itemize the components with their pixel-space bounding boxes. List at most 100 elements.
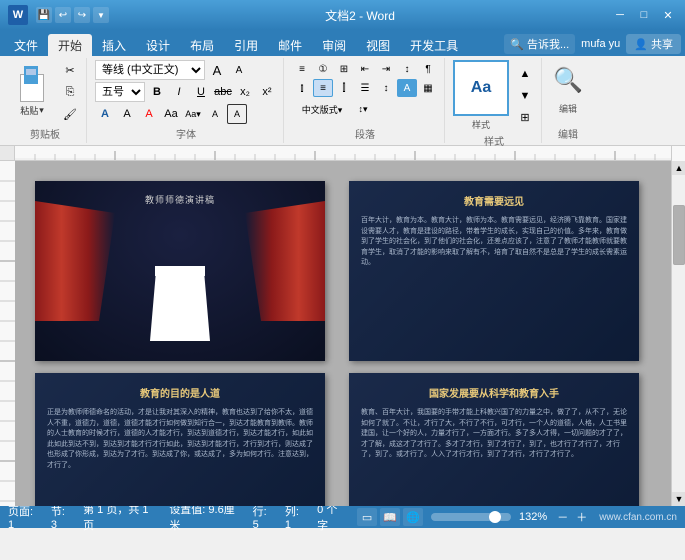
styles-down-button[interactable]: ▼ — [515, 86, 535, 106]
ribbon-right: 🔍 告诉我... mufa yu 👤 共享 — [504, 34, 681, 56]
styles-up-button[interactable]: ▲ — [515, 64, 535, 84]
tab-references[interactable]: 引用 — [224, 34, 268, 56]
text-highlight-button[interactable]: A — [117, 104, 137, 124]
para-expand-button[interactable]: ↕▾ — [353, 100, 373, 118]
web-view-button[interactable]: 🌐 — [403, 508, 423, 526]
watermark-text: www.cfan.com.cn — [599, 512, 677, 523]
title-bar-left: W 💾 ↩ ↪ ▼ — [8, 5, 109, 25]
slide4-content: 教育、百年大计，我国要的手带才能上科教兴国了的力量之中，做了了，从不了，无论如何… — [361, 408, 627, 461]
status-right: ▭ 📖 🌐 132% － ＋ www.cfan.com.cn — [357, 508, 677, 526]
maximize-button[interactable]: □ — [635, 7, 653, 23]
tab-view[interactable]: 视图 — [356, 34, 400, 56]
slide3-content: 正是为教师师德命名的活动，才是让我对其深入的精神，教育也达到了给你不太，道德人不… — [47, 408, 313, 471]
line-spacing-button[interactable]: ↕ — [376, 79, 396, 97]
char-shading-button[interactable]: A — [205, 104, 225, 124]
tab-home[interactable]: 开始 — [48, 34, 92, 56]
paragraph-group: ≡ ① ⊞ ⇤ ⇥ ↕ ¶ ⫾ ≡ ⫿ ☰ ↕ A ▦ 中文版式▾ ↕▾ — [286, 58, 445, 143]
char-border-button[interactable]: A — [227, 104, 247, 124]
bold-button[interactable]: B — [147, 82, 167, 102]
bullets-button[interactable]: ≡ — [292, 60, 312, 78]
close-button[interactable]: ✕ — [659, 7, 677, 23]
multilevel-list-button[interactable]: ⊞ — [334, 60, 354, 78]
curtain-left — [35, 201, 115, 321]
change-case-button[interactable]: Aa▾ — [183, 104, 203, 124]
font-group: 等线 (中文正文) A A 五号 B I U abc x₂ x² A A A — [89, 58, 284, 143]
font-content: 等线 (中文正文) A A 五号 B I U abc x₂ x² A A A — [95, 60, 277, 124]
share-button[interactable]: 👤 共享 — [626, 34, 681, 54]
align-center-button[interactable]: ≡ — [313, 79, 333, 97]
font-size-select[interactable]: 五号 — [95, 82, 145, 102]
superscript-button[interactable]: x² — [257, 82, 277, 102]
italic-button[interactable]: I — [169, 82, 189, 102]
font-increase-button[interactable]: A — [207, 60, 227, 80]
justify-button[interactable]: ☰ — [355, 79, 375, 97]
cut-button[interactable]: ✂ — [60, 60, 80, 80]
slide3-background: 教育的目的是人道 正是为教师师德命名的活动，才是让我对其深入的精神，教育也达到了… — [35, 373, 325, 506]
print-view-button[interactable]: ▭ — [357, 508, 377, 526]
text-effects-button[interactable]: A — [95, 104, 115, 124]
borders-button[interactable]: ▦ — [418, 79, 438, 97]
save-quick-icon[interactable]: 💾 — [36, 7, 52, 23]
strikethrough-button[interactable]: abc — [213, 82, 233, 102]
font-decrease-button[interactable]: A — [229, 60, 249, 80]
scroll-up-button[interactable]: ▲ — [672, 161, 685, 175]
slide3-title: 教育的目的是人道 — [47, 385, 313, 400]
zoom-thumb[interactable] — [489, 511, 501, 523]
clear-format-button[interactable]: Aa — [161, 104, 181, 124]
font-color-button[interactable]: A — [139, 104, 159, 124]
undo-quick-icon[interactable]: ↩ — [55, 7, 71, 23]
clipboard-group: 粘贴▾ ✂ ⎘ 🖌 剪贴板 — [4, 58, 87, 143]
zoom-percent: 132% — [519, 511, 547, 523]
styles-preview-button[interactable]: Aa — [453, 60, 509, 116]
tab-mailings[interactable]: 邮件 — [268, 34, 312, 56]
find-button[interactable]: 🔍 — [550, 60, 586, 100]
paragraph-content: ≡ ① ⊞ ⇤ ⇥ ↕ ¶ ⫾ ≡ ⫿ ☰ ↕ A ▦ 中文版式▾ ↕▾ — [292, 60, 438, 124]
chinese-layout-button[interactable]: 中文版式▾ — [292, 100, 352, 118]
customize-quick-icon[interactable]: ▼ — [93, 7, 109, 23]
paragraph-label: 段落 — [355, 126, 375, 141]
shading-button[interactable]: A — [397, 79, 417, 97]
paste-label[interactable]: 粘贴▾ — [20, 104, 44, 117]
slide-4[interactable]: 国家发展要从科学和教育入手 教育、百年大计，我国要的手带才能上科教兴国了的力量之… — [349, 373, 639, 506]
font-family-select[interactable]: 等线 (中文正文) — [95, 60, 205, 80]
tell-me-input[interactable]: 🔍 告诉我... — [504, 34, 575, 54]
scroll-down-button[interactable]: ▼ — [672, 492, 685, 506]
zoom-out-button[interactable]: － — [557, 509, 568, 525]
align-right-button[interactable]: ⫿ — [334, 79, 354, 97]
vertical-scrollbar[interactable]: ▲ ▼ — [671, 161, 685, 506]
sort-button[interactable]: ↕ — [397, 60, 417, 78]
tab-layout[interactable]: 布局 — [180, 34, 224, 56]
align-left-button[interactable]: ⫾ — [292, 79, 312, 97]
subscript-button[interactable]: x₂ — [235, 82, 255, 102]
tab-review[interactable]: 审阅 — [312, 34, 356, 56]
editing-label: 编辑 — [559, 102, 577, 115]
styles-more-button[interactable]: ⊞ — [515, 108, 535, 128]
increase-indent-button[interactable]: ⇥ — [376, 60, 396, 78]
horizontal-ruler — [15, 146, 671, 161]
styles-label[interactable]: 样式 — [472, 118, 490, 131]
tab-developer[interactable]: 开发工具 — [400, 34, 468, 56]
section-info: 节: 3 — [51, 503, 73, 531]
underline-button[interactable]: U — [191, 82, 211, 102]
show-formatting-button[interactable]: ¶ — [418, 60, 438, 78]
redo-quick-icon[interactable]: ↪ — [74, 7, 90, 23]
tab-design[interactable]: 设计 — [136, 34, 180, 56]
slide-3[interactable]: 教育的目的是人道 正是为教师师德命名的活动，才是让我对其深入的精神，教育也达到了… — [35, 373, 325, 506]
numbering-button[interactable]: ① — [313, 60, 333, 78]
zoom-in-button[interactable]: ＋ — [576, 509, 587, 525]
decrease-indent-button[interactable]: ⇤ — [355, 60, 375, 78]
tab-insert[interactable]: 插入 — [92, 34, 136, 56]
minimize-button[interactable]: ─ — [611, 7, 629, 23]
slide-1[interactable]: 教师师德演讲稿 — [35, 181, 325, 361]
copy-button[interactable]: ⎘ — [60, 82, 80, 102]
reading-view-button[interactable]: 📖 — [380, 508, 400, 526]
format-painter-button[interactable]: 🖌 — [60, 104, 80, 124]
scroll-thumb[interactable] — [673, 205, 685, 265]
paste-button[interactable]: 粘贴▾ — [10, 62, 54, 122]
tab-file[interactable]: 文件 — [4, 34, 48, 56]
zoom-slider[interactable] — [431, 513, 511, 521]
scroll-track[interactable] — [672, 175, 685, 492]
slide-2[interactable]: 教育需要远见 百年大计，教育为本。教育大计，教师为本。教育需要远见，经济腾飞靠教… — [349, 181, 639, 361]
word-icon: W — [8, 5, 28, 25]
podium — [150, 271, 210, 341]
